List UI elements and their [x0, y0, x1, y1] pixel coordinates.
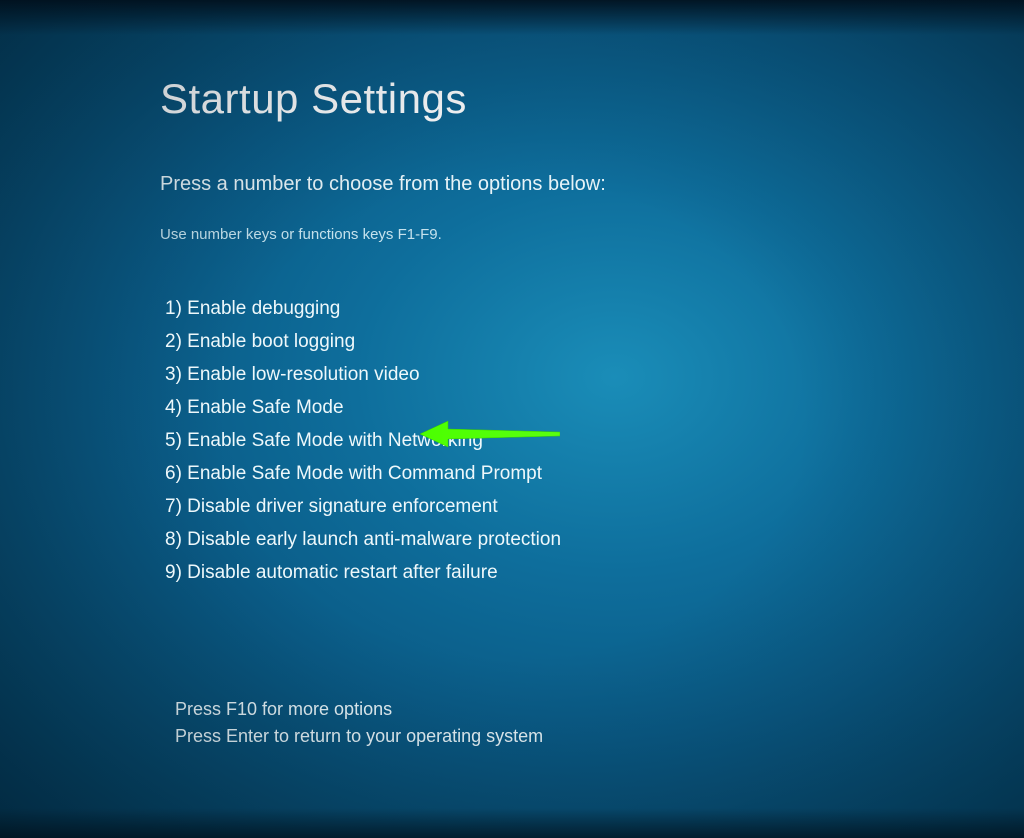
page-title: Startup Settings — [160, 75, 1024, 123]
footer-f10: Press F10 for more options — [175, 699, 1024, 720]
startup-settings-container: Startup Settings Press a number to choos… — [0, 0, 1024, 747]
option-3-low-res-video[interactable]: 3) Enable low-resolution video — [165, 364, 1024, 386]
bottom-edge-shadow — [0, 808, 1024, 838]
option-7-driver-signature[interactable]: 7) Disable driver signature enforcement — [165, 496, 1024, 518]
footer-instructions: Press F10 for more options Press Enter t… — [160, 699, 1024, 747]
options-list: 1) Enable debugging 2) Enable boot loggi… — [160, 298, 1024, 584]
footer-enter: Press Enter to return to your operating … — [175, 726, 1024, 747]
key-hint: Use number keys or functions keys F1-F9. — [160, 226, 1024, 243]
option-9-auto-restart[interactable]: 9) Disable automatic restart after failu… — [165, 562, 1024, 584]
option-6-safe-mode-cmd[interactable]: 6) Enable Safe Mode with Command Prompt — [165, 463, 1024, 485]
instruction-subtitle: Press a number to choose from the option… — [160, 173, 1024, 196]
option-1-debugging[interactable]: 1) Enable debugging — [165, 298, 1024, 320]
option-5-safe-mode-networking[interactable]: 5) Enable Safe Mode with Networking — [165, 430, 1024, 452]
option-2-boot-logging[interactable]: 2) Enable boot logging — [165, 331, 1024, 353]
option-4-safe-mode[interactable]: 4) Enable Safe Mode — [165, 397, 1024, 419]
option-8-anti-malware[interactable]: 8) Disable early launch anti-malware pro… — [165, 529, 1024, 551]
